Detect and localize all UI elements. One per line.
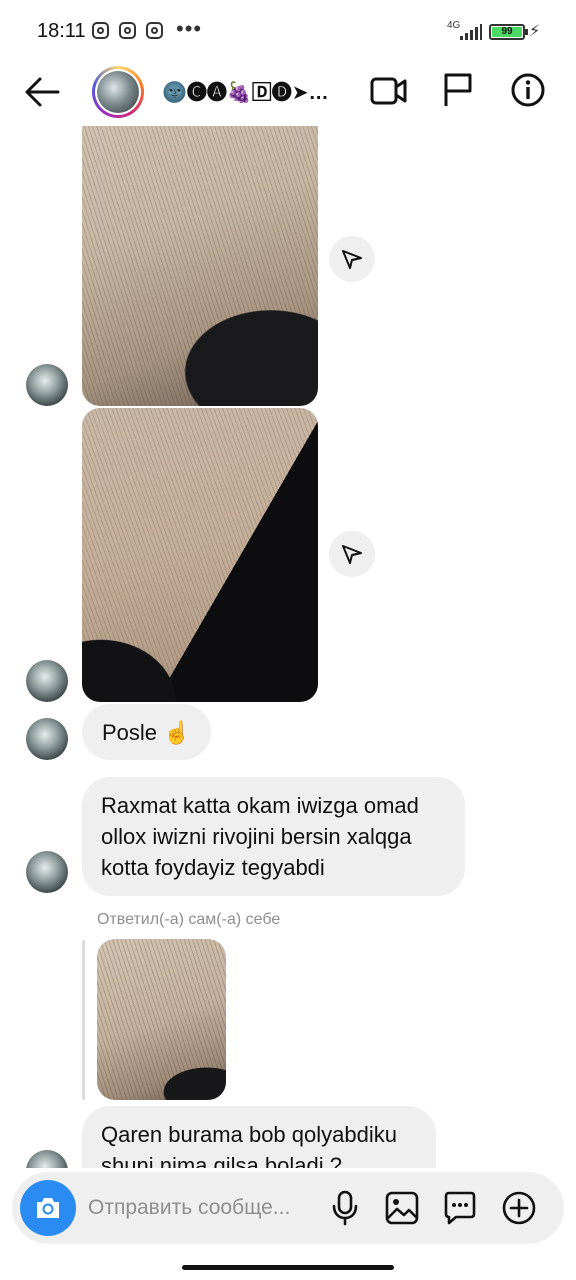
charging-icon: ⚡ <box>529 23 541 40</box>
instagram-notification-icon <box>119 22 136 39</box>
gallery-icon[interactable] <box>384 1190 420 1226</box>
message-composer <box>12 1172 564 1244</box>
camera-button[interactable] <box>20 1180 76 1236</box>
more-notifications-icon: ••• <box>176 16 203 41</box>
battery-tip <box>525 29 528 35</box>
reply-label: Ответил(-а) сам(-а) себе <box>97 911 281 928</box>
signal-icon <box>458 24 482 40</box>
info-icon[interactable] <box>510 72 546 108</box>
battery-level: 99 <box>501 26 513 37</box>
sticker-icon[interactable] <box>442 1190 478 1226</box>
message-photo[interactable] <box>82 126 318 406</box>
sender-avatar[interactable] <box>26 851 68 893</box>
message-bubble[interactable]: Qaren burama bob qolyabdiku shuni nima q… <box>82 1106 436 1168</box>
add-icon[interactable] <box>501 1190 537 1226</box>
share-button[interactable] <box>329 531 375 577</box>
contact-name[interactable]: 🌚🅒🅐🍇🄳🅓➤P̳A̳D̳I̳... <box>162 76 330 106</box>
message-list[interactable]: Posle ☝️ Raxmat katta okam iwizga omad o… <box>0 126 576 1168</box>
message-bubble[interactable]: Posle ☝️ <box>82 704 211 760</box>
message-bubble[interactable]: Raxmat katta okam iwizga omad ollox iwiz… <box>82 777 465 896</box>
message-input[interactable] <box>88 1192 320 1224</box>
contact-avatar[interactable] <box>92 66 144 118</box>
flag-icon[interactable] <box>442 72 474 108</box>
sender-avatar[interactable] <box>26 1150 68 1168</box>
message-photo[interactable] <box>82 408 318 702</box>
home-indicator[interactable] <box>182 1265 394 1270</box>
replied-photo-thumbnail[interactable] <box>97 939 226 1100</box>
instagram-notification-icon <box>146 22 163 39</box>
video-call-icon[interactable] <box>370 74 408 108</box>
microphone-icon[interactable] <box>330 1190 360 1226</box>
sender-avatar[interactable] <box>26 718 68 760</box>
back-arrow-icon[interactable] <box>22 74 62 110</box>
chat-header: 🌚🅒🅐🍇🄳🅓➤P̳A̳D̳I̳... <box>0 62 576 124</box>
status-bar: 18:11 ••• 4G 99 ⚡ <box>0 0 576 62</box>
share-button[interactable] <box>329 236 375 282</box>
sender-avatar[interactable] <box>26 364 68 406</box>
instagram-notification-icon <box>92 22 109 39</box>
camera-icon <box>37 1198 59 1218</box>
status-time: 18:11 <box>37 20 86 42</box>
sender-avatar[interactable] <box>26 660 68 702</box>
battery-icon: 99 <box>489 24 525 40</box>
reply-indicator <box>82 940 85 1100</box>
